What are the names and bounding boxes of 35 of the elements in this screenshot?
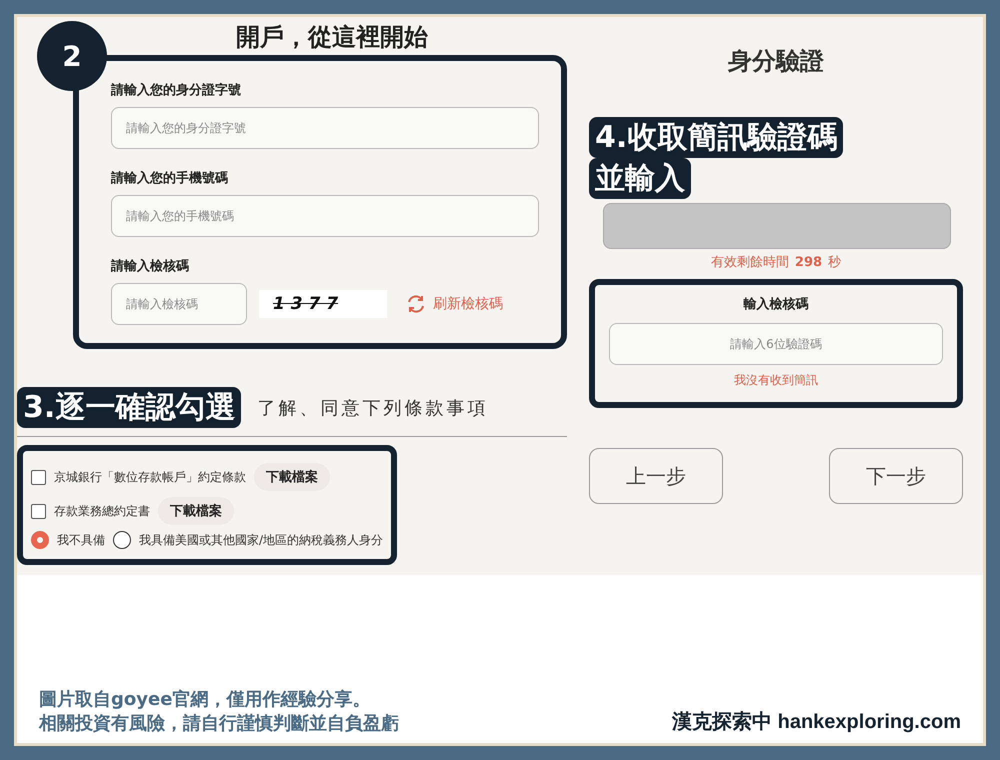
captcha-image: 1 3 7 7 (259, 290, 387, 318)
annotation-text: 4.收取簡訊驗證碼 (589, 117, 844, 158)
field-label: 請輸入檢核碼 (111, 258, 190, 275)
caption-text: 相關投資有風險，請自行謹慎判斷並自負盈虧 (39, 712, 399, 735)
terms-heading: 了解、同意下列條款事項 (257, 396, 488, 420)
radio-button[interactable] (113, 531, 131, 549)
radio-button[interactable] (31, 531, 49, 549)
caption-text: 圖片取自goyee官網，僅用作經驗分享。 (39, 688, 372, 712)
annotation-text: 3.逐一確認勾選 (17, 387, 242, 428)
download-button[interactable]: 下載檔案 (158, 497, 234, 525)
field-label: 輸入檢核碼 (744, 296, 808, 313)
step-button[interactable]: 上一步 (589, 448, 723, 504)
radio-label: 我不具備 (57, 532, 105, 548)
code-field[interactable]: 請輸入6位驗證碼 (609, 323, 943, 365)
captcha-field[interactable]: 請輸入檢核碼 (111, 283, 247, 325)
terms-label: 存款業務總約定書 (54, 502, 150, 520)
input-field[interactable]: 請輸入您的身分證字號 (111, 107, 539, 149)
input-field[interactable]: 請輸入您的手機號碼 (111, 195, 539, 237)
refresh-icon (405, 293, 427, 315)
step-badge: 2 (37, 21, 107, 91)
timer-unit: 秒 (828, 254, 842, 271)
annotation-text: 並輸入 (589, 158, 691, 199)
page-title: 開戶，從這裡開始 (236, 22, 428, 53)
site-credit: 漢克探索中 hankexploring.com (672, 710, 961, 735)
terms-label: 京城銀行「數位存款帳戶」約定條款 (54, 468, 246, 486)
field-label: 請輸入您的手機號碼 (111, 170, 229, 187)
checkbox[interactable] (31, 504, 46, 518)
timer-label: 有效剩餘時間 (710, 254, 789, 271)
field-label: 請輸入您的身分證字號 (111, 82, 242, 99)
radio-label: 我具備美國或其他國家/地區的納稅義務人身分 (139, 532, 384, 548)
page-title: 身分驗證 (728, 46, 824, 77)
timer-seconds: 298 (794, 255, 822, 270)
checkbox[interactable] (31, 470, 46, 484)
step-button[interactable]: 下一步 (829, 448, 963, 504)
download-button[interactable]: 下載檔案 (254, 463, 330, 491)
